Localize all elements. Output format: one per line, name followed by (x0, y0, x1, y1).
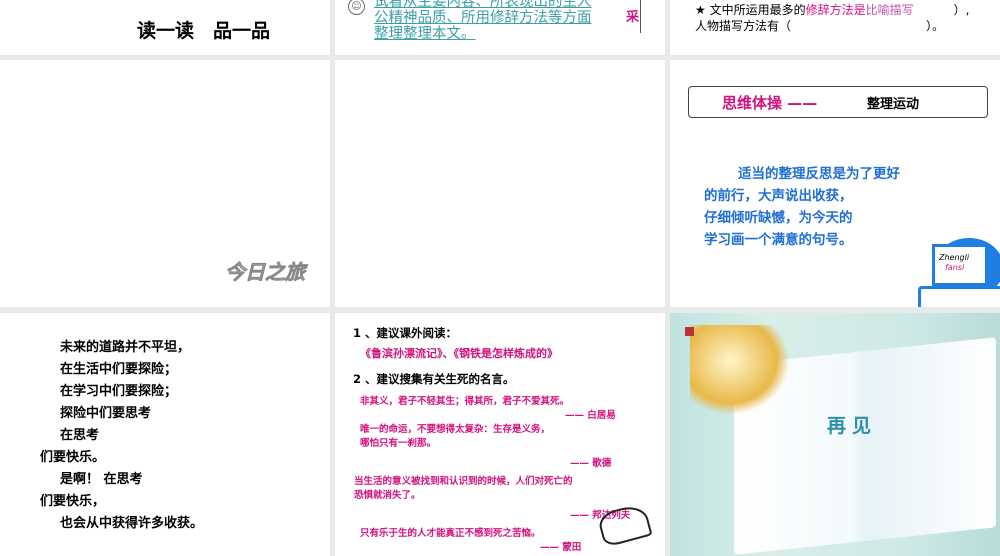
side-char: 采 (626, 10, 640, 25)
slide-text-line: 试看从主要内容、所表现出的主人 (374, 0, 592, 10)
banner-subtitle: 整理运动 (867, 97, 920, 112)
poem-line: 在思考 (60, 428, 100, 443)
quote-text: 唯一的命运，不要想得太复杂：生存是义务， (360, 424, 551, 435)
quote-author: —— 邦达列夫 (570, 510, 631, 521)
slide-thumbnail-8[interactable]: 1 、建议课外阅读： 《鲁滨孙漂流记》、《钢铁是怎样炼成的》 2 、建议搜集有关… (335, 313, 665, 556)
watermark-text: 今日之旅 (225, 260, 306, 285)
divider-line (640, 0, 641, 33)
slide-text-line: 仔细倾听缺憾，为今天的 (704, 210, 853, 226)
poem-line: 们要快乐， (40, 494, 106, 509)
slide-thumbnail-7[interactable]: 未来的道路并不平坦， 在生活中们要探险； 在学习中们要探险； 探险中们要思考 在… (0, 313, 330, 556)
slide-heading: 2 、建议搜集有关生死的名言。 (353, 372, 515, 386)
computer-icon: Zhengli fansi (918, 238, 1000, 307)
quote-text: 非其义，君子不轻其生；得其所，君子不爱其死。 (360, 396, 570, 407)
quote-text: 当生活的意义被找到和认识到的时候，人们对死亡的 (354, 476, 573, 487)
scroll-banner: 思维体操 —— 整理运动 (688, 86, 988, 118)
slide-text: 人物描写方法有（ (695, 19, 792, 33)
slide-thumbnail-2[interactable]: ☺ 试看从主要内容、所表现出的主人 公精神品质、所用修辞方法等方面 整理整理本文… (335, 0, 665, 55)
quote-author: —— 歌德 (570, 458, 612, 469)
poem-line: 探险中们要思考 (60, 406, 152, 421)
slide-thumbnail-5[interactable] (335, 60, 665, 307)
slide-text-line: 学习画一个满意的句号。 (704, 232, 853, 248)
slide-text-line: 公精神品质、所用修辞方法等方面 (374, 10, 592, 26)
slide-text: ★ 文中所运用最多的 (695, 3, 806, 17)
smiley-icon: ☺ (348, 0, 365, 15)
slide-thumbnail-1[interactable]: 读一读 品一品 (0, 0, 330, 55)
poem-line: 在生活中们要探险； (60, 362, 178, 377)
poem-line: 也会从中获得许多收获。 (60, 516, 204, 531)
banner-title: 思维体操 —— (722, 94, 818, 112)
slide-text: 《鲁滨孙漂流记》、《钢铁是怎样炼成的》 (360, 347, 558, 360)
quote-text: 只有乐于生的人才能真正不感到死之苦恼。 (360, 528, 541, 539)
seal-icon (685, 327, 694, 336)
slide-text-line: 适当的整理反思是为了更好 (738, 166, 900, 182)
quote-text: 恐惧就消失了。 (354, 490, 421, 501)
slide-text: 修辞方法是 (805, 3, 866, 17)
poem-line: 未来的道路并不平坦， (60, 340, 191, 355)
slide-thumbnail-6[interactable]: 思维体操 —— 整理运动 适当的整理反思是为了更好 的前行，大声说出收获， 仔细… (670, 60, 1000, 307)
poem-line: 在学习中们要探险； (60, 384, 178, 399)
slide-text: ）。 (926, 19, 945, 33)
poem-line: 是啊！ 在思考 (60, 472, 143, 487)
slide-thumbnail-9[interactable]: 再见 (670, 313, 1000, 556)
slide-title: 再见 (827, 415, 878, 437)
slide-thumbnail-4[interactable]: 今日之旅 (0, 60, 330, 307)
logo-text: Zhengli (939, 253, 970, 262)
slide-text: ）, (953, 3, 970, 17)
butterfly-icon (690, 325, 790, 415)
poem-line: 们要快乐。 (40, 450, 106, 465)
slide-text-line: 整理整理本文。 (374, 26, 476, 42)
quote-author: —— 蒙田 (540, 542, 582, 553)
slide-thumbnail-3[interactable]: ★ 文中所运用最多的修辞方法是比喻描写 ）, 人物描写方法有（ ）。 (670, 0, 1000, 55)
slide-text-line: 的前行，大声说出收获， (704, 188, 853, 204)
slide-heading: 1 、建议课外阅读： (353, 326, 458, 340)
quote-author: —— 白居易 (565, 410, 616, 421)
logo-text: fansi (945, 263, 965, 272)
slide-text: 比喻描写 (865, 3, 914, 17)
slide-title: 读一读 品一品 (137, 20, 271, 42)
quote-text: 哪怕只有一刹那。 (360, 438, 437, 449)
